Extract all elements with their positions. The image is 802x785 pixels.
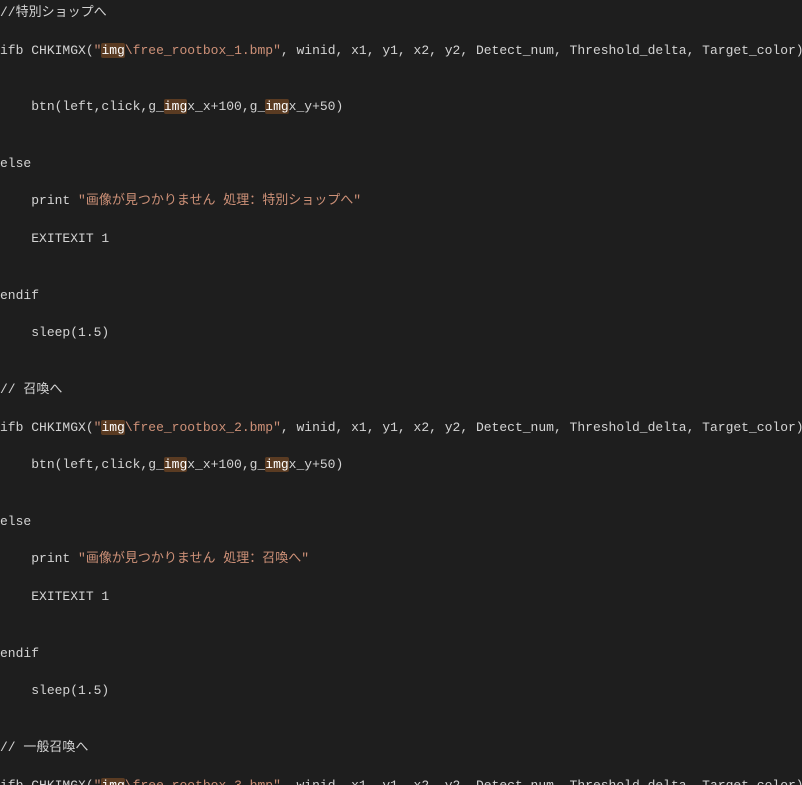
string-err-end: 召喚へ" <box>262 551 309 566</box>
open-paren: ( <box>86 420 94 435</box>
code-line: endif <box>0 287 802 306</box>
string-err-pre: "画像が見つかりません 処理： <box>78 193 262 208</box>
string-filename: \free_rootbox_2.bmp <box>125 420 273 435</box>
code-line: EXITEXIT 1 <box>0 230 802 249</box>
highlight-img: img <box>101 43 124 58</box>
keyword-ifb: ifb <box>0 43 23 58</box>
btn-head: btn(left,click,g_ <box>31 457 164 472</box>
string-filename: \free_rootbox_3.bmp <box>125 778 273 785</box>
keyword-ifb: ifb <box>0 778 23 785</box>
btn-mid2: x_y+50) <box>289 457 344 472</box>
print-kw: print <box>31 193 78 208</box>
string-quote: " <box>273 778 281 785</box>
call-chkimgx: CHKIMGX <box>31 778 86 785</box>
string-filename: \free_rootbox_1.bmp <box>125 43 273 58</box>
code-line: ifb CHKIMGX("img\free_rootbox_1.bmp", wi… <box>0 42 802 61</box>
keyword-ifb: ifb <box>0 420 23 435</box>
code-line: sleep(1.5) <box>0 324 802 343</box>
comment: // 一般召喚へ <box>0 740 88 755</box>
keyword-else: else <box>0 514 31 529</box>
highlight-img: img <box>101 778 124 785</box>
exit-stmt: EXITEXIT 1 <box>31 589 109 604</box>
call-chkimgx: CHKIMGX <box>31 43 86 58</box>
code-line: // 召喚へ <box>0 381 802 400</box>
print-kw: print <box>31 551 78 566</box>
btn-mid1: x_x+100,g_ <box>187 99 265 114</box>
code-line: endif <box>0 645 802 664</box>
highlight-img: img <box>164 99 187 114</box>
call-args: , winid, x1, y1, x2, y2, Detect_num, Thr… <box>281 420 802 435</box>
code-line: ifb CHKIMGX("img\free_rootbox_3.bmp", wi… <box>0 777 802 785</box>
code-editor[interactable]: //特別ショップへ ifb CHKIMGX("img\free_rootbox_… <box>0 0 802 785</box>
open-paren: ( <box>86 778 94 785</box>
keyword-endif: endif <box>0 646 39 661</box>
highlight-img: img <box>164 457 187 472</box>
btn-mid2: x_y+50) <box>289 99 344 114</box>
code-line: btn(left,click,g_imgx_x+100,g_imgx_y+50) <box>0 456 802 475</box>
code-line: //特別ショップへ <box>0 4 802 23</box>
string-err-pre: "画像が見つかりません 処理： <box>78 551 262 566</box>
call-args: , winid, x1, y1, x2, y2, Detect_num, Thr… <box>281 43 802 58</box>
btn-mid1: x_x+100,g_ <box>187 457 265 472</box>
call-args: , winid, x1, y1, x2, y2, Detect_num, Thr… <box>281 778 802 785</box>
code-line: btn(left,click,g_imgx_x+100,g_imgx_y+50) <box>0 98 802 117</box>
code-line: sleep(1.5) <box>0 682 802 701</box>
code-line: print "画像が見つかりません 処理：特別ショップへ" <box>0 192 802 211</box>
highlight-img: img <box>101 420 124 435</box>
comment: // 召喚へ <box>0 382 62 397</box>
code-line: else <box>0 513 802 532</box>
string-quote: " <box>273 43 281 58</box>
sleep-call: sleep(1.5) <box>31 683 109 698</box>
string-quote: " <box>273 420 281 435</box>
call-chkimgx: CHKIMGX <box>31 420 86 435</box>
highlight-img: img <box>265 457 288 472</box>
sleep-call: sleep(1.5) <box>31 325 109 340</box>
code-line: print "画像が見つかりません 処理：召喚へ" <box>0 550 802 569</box>
open-paren: ( <box>86 43 94 58</box>
comment: //特別ショップへ <box>0 5 107 20</box>
exit-stmt: EXITEXIT 1 <box>31 231 109 246</box>
highlight-img: img <box>265 99 288 114</box>
keyword-else: else <box>0 156 31 171</box>
code-line: ifb CHKIMGX("img\free_rootbox_2.bmp", wi… <box>0 419 802 438</box>
keyword-endif: endif <box>0 288 39 303</box>
btn-head: btn(left,click,g_ <box>31 99 164 114</box>
code-line: EXITEXIT 1 <box>0 588 802 607</box>
code-line: else <box>0 155 802 174</box>
code-line: // 一般召喚へ <box>0 739 802 758</box>
string-err-end: 特別ショップへ" <box>262 193 361 208</box>
